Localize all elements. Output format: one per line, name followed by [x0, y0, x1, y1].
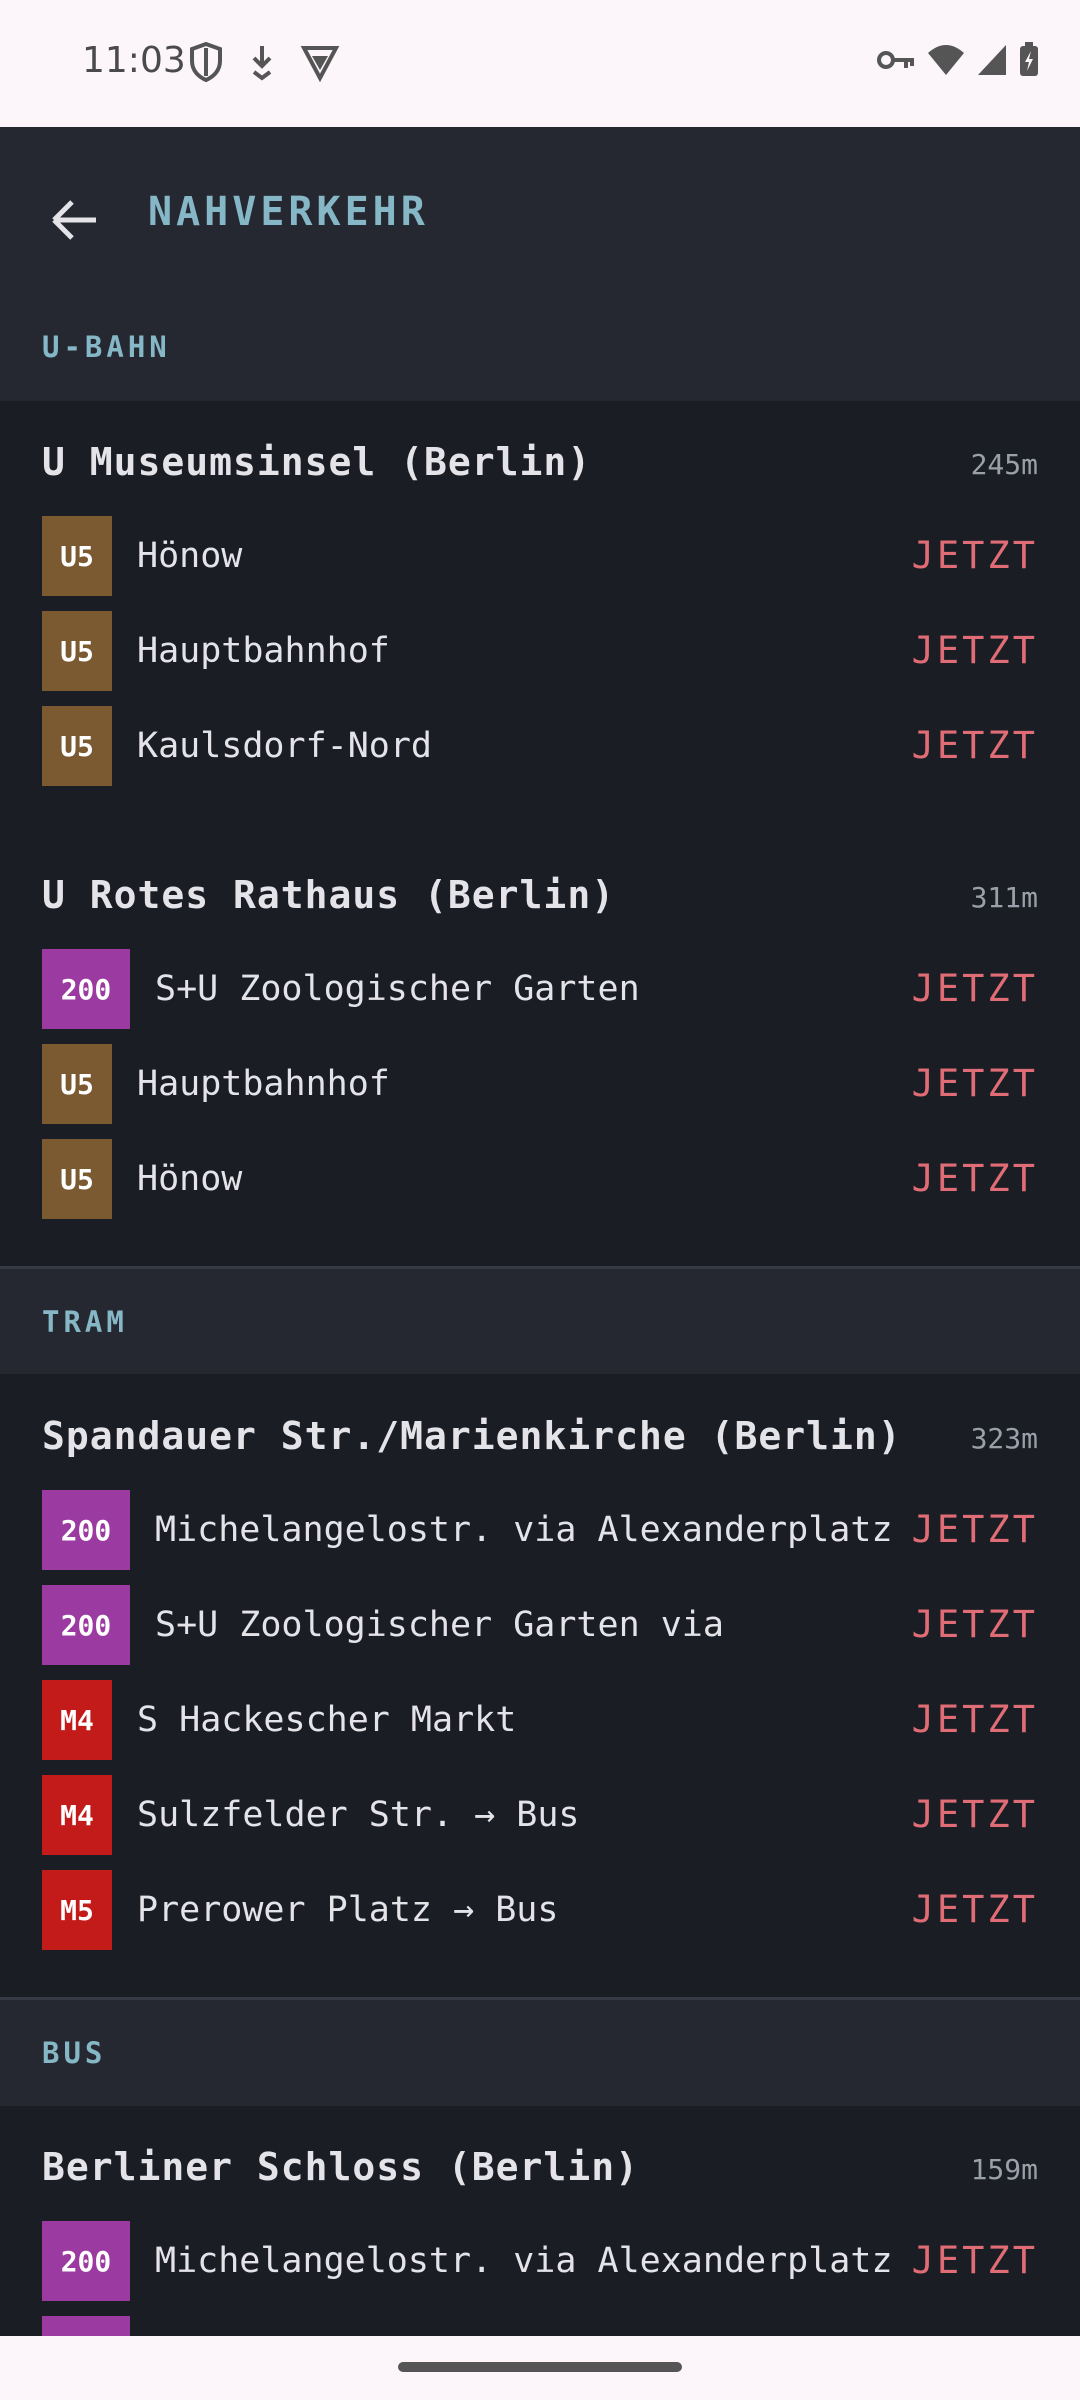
departure-row[interactable]: M4 Sulzfelder Str. → Bus JETZT	[42, 1775, 1038, 1855]
line-badge: U5	[42, 706, 112, 786]
line-badge: 200	[42, 1490, 130, 1570]
destination: S+U Zoologischer Garten	[155, 969, 640, 1009]
departure-time: JETZT	[911, 1793, 1038, 1836]
download-icon	[244, 40, 288, 84]
back-arrow-icon[interactable]	[44, 189, 106, 251]
wifi-icon	[926, 43, 966, 81]
station-distance: 159m	[970, 2153, 1038, 2186]
departure-row[interactable]: U5 Hauptbahnhof JETZT	[42, 611, 1038, 691]
destination: Michelangelostr. via Alexanderplatz	[155, 1510, 893, 1550]
departure-row[interactable]: M4 S Hackescher Markt JETZT	[42, 1680, 1038, 1760]
status-bar: 11:03	[0, 0, 1080, 127]
departure-row[interactable]: 200 Michelangelostr. via Alexanderplatz …	[42, 2221, 1038, 2301]
destination: Kaulsdorf-Nord	[137, 726, 433, 766]
departure-row[interactable]: U5 Kaulsdorf-Nord JETZT	[42, 706, 1038, 786]
departure-time: JETZT	[911, 1698, 1038, 1741]
station-name[interactable]: U Rotes Rathaus (Berlin)	[42, 873, 615, 917]
departure-time: JETZT	[911, 724, 1038, 767]
departure-row[interactable]: 200 S+U Zoologischer Garten via JETZT	[42, 1585, 1038, 1665]
station-distance: 323m	[970, 1422, 1038, 1455]
departure-time: JETZT	[911, 1508, 1038, 1551]
departure-row[interactable]: U5 Hauptbahnhof JETZT	[42, 1044, 1038, 1124]
station-name[interactable]: Berliner Schloss (Berlin)	[42, 2145, 639, 2189]
destination: Hönow	[137, 536, 243, 576]
departure-row[interactable]: M5 Prerower Platz → Bus JETZT	[42, 1870, 1038, 1950]
departure-time: JETZT	[911, 534, 1038, 577]
line-badge-partial	[42, 2316, 130, 2336]
departure-row[interactable]: 200 S+U Zoologischer Garten JETZT	[42, 949, 1038, 1029]
key-icon	[876, 48, 916, 76]
departure-time: JETZT	[911, 629, 1038, 672]
destination: Hauptbahnhof	[137, 631, 390, 671]
app-bar: NAHVERKEHR	[0, 127, 1080, 272]
line-badge: M4	[42, 1775, 112, 1855]
line-badge: 200	[42, 1585, 130, 1665]
line-badge: 200	[42, 2221, 130, 2301]
line-badge: U5	[42, 516, 112, 596]
destination: S Hackescher Markt	[137, 1700, 517, 1740]
section-label: BUS	[42, 2036, 107, 2070]
departure-time: JETZT	[911, 1603, 1038, 1646]
departure-time: JETZT	[911, 2239, 1038, 2282]
section-header-ubahn: U-BAHN	[0, 272, 1080, 401]
section-label: TRAM	[42, 1305, 128, 1339]
station-name[interactable]: Spandauer Str./Marienkirche (Berlin)	[42, 1414, 902, 1458]
line-badge: U5	[42, 1044, 112, 1124]
signal-icon	[976, 43, 1008, 81]
destination: S+U Zoologischer Garten via	[155, 1605, 724, 1645]
section-label: U-BAHN	[42, 330, 171, 364]
line-badge: 200	[42, 949, 130, 1029]
destination: Hönow	[137, 1159, 243, 1199]
page-title: NAHVERKEHR	[148, 189, 429, 235]
destination: Michelangelostr. via Alexanderplatz	[155, 2241, 893, 2281]
status-time: 11:03	[82, 40, 186, 81]
destination: Prerower Platz → Bus	[137, 1890, 559, 1930]
shield-icon	[186, 40, 230, 84]
home-gesture-handle[interactable]	[398, 2362, 682, 2372]
departure-time: JETZT	[911, 1062, 1038, 1105]
departure-time: JETZT	[911, 1157, 1038, 1200]
station-distance: 245m	[970, 448, 1038, 481]
destination: Hauptbahnhof	[137, 1064, 390, 1104]
section-header-bus: BUS	[0, 2000, 1080, 2106]
line-badge: U5	[42, 611, 112, 691]
station-distance: 311m	[970, 881, 1038, 914]
navigation-bar	[0, 2336, 1080, 2400]
departure-row[interactable]: U5 Hönow JETZT	[42, 1139, 1038, 1219]
departure-row[interactable]: 200 Michelangelostr. via Alexanderplatz …	[42, 1490, 1038, 1570]
departure-row[interactable]: U5 Hönow JETZT	[42, 516, 1038, 596]
departure-time: JETZT	[911, 967, 1038, 1010]
vpn-icon	[298, 40, 342, 84]
destination: Sulzfelder Str. → Bus	[137, 1795, 580, 1835]
battery-icon	[1018, 42, 1040, 82]
line-badge: U5	[42, 1139, 112, 1219]
line-badge: M4	[42, 1680, 112, 1760]
station-name[interactable]: U Museumsinsel (Berlin)	[42, 440, 591, 484]
line-badge: M5	[42, 1870, 112, 1950]
section-header-tram: TRAM	[0, 1269, 1080, 1374]
departure-time: JETZT	[911, 1888, 1038, 1931]
